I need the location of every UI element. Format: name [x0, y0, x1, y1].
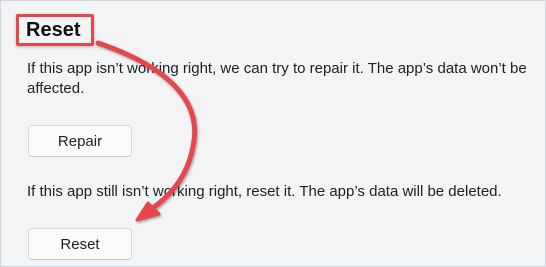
section-title: Reset: [26, 19, 81, 41]
reset-settings-panel: Reset If this app isn’t working right, w…: [0, 0, 546, 267]
reset-description: If this app still isn’t working right, r…: [27, 183, 502, 200]
reset-button[interactable]: Reset: [28, 228, 132, 260]
repair-description: If this app isn’t working right, we can …: [27, 60, 527, 97]
repair-button[interactable]: Repair: [28, 125, 132, 157]
